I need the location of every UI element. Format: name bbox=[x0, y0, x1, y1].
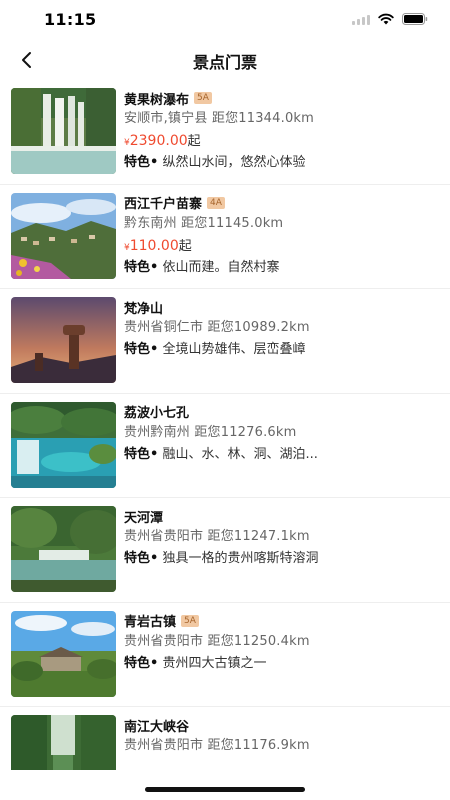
scenic-thumbnail bbox=[11, 715, 116, 770]
scenic-location: 贵州黔南州 距您11276.6km bbox=[124, 424, 297, 440]
scenic-thumbnail bbox=[11, 610, 116, 697]
feature-label: 特色• bbox=[124, 655, 159, 671]
battery-icon bbox=[402, 13, 428, 25]
level-badge: 4A bbox=[207, 196, 225, 209]
scenic-item[interactable]: 天河潭 贵州省贵阳市 距您11247.1km 特色• 独具一格的贵州喀斯特溶洞 bbox=[0, 498, 450, 603]
feature-text: 独具一格的贵州喀斯特溶洞 bbox=[158, 551, 319, 566]
home-indicator[interactable] bbox=[145, 787, 305, 792]
scenic-info: 天河潭 贵州省贵阳市 距您11247.1km 特色• 独具一格的贵州喀斯特溶洞 bbox=[124, 506, 438, 570]
price-row: ¥110.00起 bbox=[124, 235, 438, 257]
scenic-thumbnail bbox=[11, 401, 116, 488]
nav-bar: 景点门票 bbox=[0, 40, 450, 80]
feature-row: 特色• 纵然山水间，悠然心体验 bbox=[124, 152, 438, 174]
scenic-location: 贵州省贵阳市 距您11176.9km bbox=[124, 738, 310, 753]
scenic-name: 荔波小七孔 bbox=[124, 406, 190, 421]
feature-row: 特色• 全境山势雄伟、层峦叠嶂 bbox=[124, 339, 438, 361]
level-badge: 5A bbox=[194, 92, 212, 104]
price-value: 2390.00 bbox=[129, 133, 188, 149]
feature-label: 特色• bbox=[124, 551, 159, 566]
feature-text: 融山、水、林、洞、湖泊... bbox=[158, 446, 318, 462]
scenic-location: 贵州省贵阳市 距您11250.4km bbox=[124, 633, 310, 649]
feature-text: 纵然山水间，悠然心体验 bbox=[158, 155, 306, 170]
scenic-name: 青岩古镇 bbox=[124, 615, 177, 630]
feature-label: 特色• bbox=[124, 259, 159, 275]
scenic-info: 南江大峡谷 贵州省贵阳市 距您11176.9km bbox=[124, 715, 438, 757]
feature-text: 贵州四大古镇之一 bbox=[158, 655, 267, 671]
feature-label: 特色• bbox=[124, 342, 159, 357]
scenic-location: 贵州省铜仁市 距您10989.2km bbox=[124, 320, 310, 335]
scenic-name: 梵净山 bbox=[124, 301, 164, 317]
scenic-item[interactable]: 黄果树瀑布 5A 安顺市,镇宁县 距您11344.0km ¥2390.00起 特… bbox=[0, 80, 450, 185]
scenic-name: 西江千户苗寨 bbox=[124, 197, 203, 212]
feature-row: 特色• 融山、水、林、洞、湖泊... bbox=[124, 444, 438, 466]
status-bar: 11:15 bbox=[0, 0, 450, 40]
scenic-location: 安顺市,镇宁县 距您11344.0km bbox=[124, 111, 315, 126]
scenic-info: 青岩古镇 5A 贵州省贵阳市 距您11250.4km 特色• 贵州四大古镇之一 bbox=[124, 611, 438, 675]
feature-row: 特色• 依山而建。自然村寨 bbox=[124, 257, 438, 279]
scenic-item[interactable]: 南江大峡谷 贵州省贵阳市 距您11176.9km bbox=[0, 707, 450, 770]
scenic-item[interactable]: 荔波小七孔 贵州黔南州 距您11276.6km 特色• 融山、水、林、洞、湖泊.… bbox=[0, 394, 450, 498]
scenic-list[interactable]: 黄果树瀑布 5A 安顺市,镇宁县 距您11344.0km ¥2390.00起 特… bbox=[0, 80, 450, 770]
scenic-info: 黄果树瀑布 5A 安顺市,镇宁县 距您11344.0km ¥2390.00起 特… bbox=[124, 88, 438, 174]
scenic-item[interactable]: 青岩古镇 5A 贵州省贵阳市 距您11250.4km 特色• 贵州四大古镇之一 bbox=[0, 603, 450, 707]
level-badge: 5A bbox=[181, 614, 199, 627]
scenic-thumbnail bbox=[11, 506, 116, 592]
price-value: 110.00 bbox=[129, 237, 179, 254]
status-icons bbox=[352, 13, 428, 25]
scenic-info: 西江千户苗寨 4A 黔东南州 距您11145.0km ¥110.00起 特色• … bbox=[124, 193, 438, 279]
scenic-info: 荔波小七孔 贵州黔南州 距您11276.6km 特色• 融山、水、林、洞、湖泊.… bbox=[124, 402, 438, 466]
price-unit: 起 bbox=[178, 238, 192, 254]
status-time: 11:15 bbox=[44, 10, 97, 29]
page-title: 景点门票 bbox=[192, 53, 257, 72]
scenic-thumbnail bbox=[11, 192, 116, 279]
feature-row: 特色• 独具一格的贵州喀斯特溶洞 bbox=[124, 548, 438, 570]
scenic-info: 梵净山 贵州省铜仁市 距您10989.2km 特色• 全境山势雄伟、层峦叠嶂 bbox=[124, 297, 438, 361]
scenic-thumbnail bbox=[11, 297, 116, 383]
feature-text: 依山而建。自然村寨 bbox=[158, 259, 280, 275]
scenic-location: 黔东南州 距您11145.0km bbox=[124, 215, 284, 231]
scenic-name: 黄果树瀑布 bbox=[124, 92, 190, 108]
feature-label: 特色• bbox=[124, 446, 159, 462]
scenic-item[interactable]: 梵净山 贵州省铜仁市 距您10989.2km 特色• 全境山势雄伟、层峦叠嶂 bbox=[0, 289, 450, 394]
feature-row: 特色• 贵州四大古镇之一 bbox=[124, 653, 438, 675]
wifi-icon bbox=[378, 13, 394, 25]
price-row: ¥2390.00起 bbox=[124, 130, 438, 152]
scenic-name: 南江大峡谷 bbox=[124, 719, 190, 735]
signal-icon bbox=[352, 14, 370, 25]
feature-label: 特色• bbox=[124, 155, 159, 170]
scenic-location: 贵州省贵阳市 距您11247.1km bbox=[124, 529, 310, 544]
price-unit: 起 bbox=[187, 134, 201, 149]
feature-text: 全境山势雄伟、层峦叠嶂 bbox=[158, 342, 306, 357]
scenic-thumbnail bbox=[11, 88, 116, 174]
scenic-item[interactable]: 西江千户苗寨 4A 黔东南州 距您11145.0km ¥110.00起 特色• … bbox=[0, 185, 450, 289]
scenic-name: 天河潭 bbox=[124, 510, 164, 526]
